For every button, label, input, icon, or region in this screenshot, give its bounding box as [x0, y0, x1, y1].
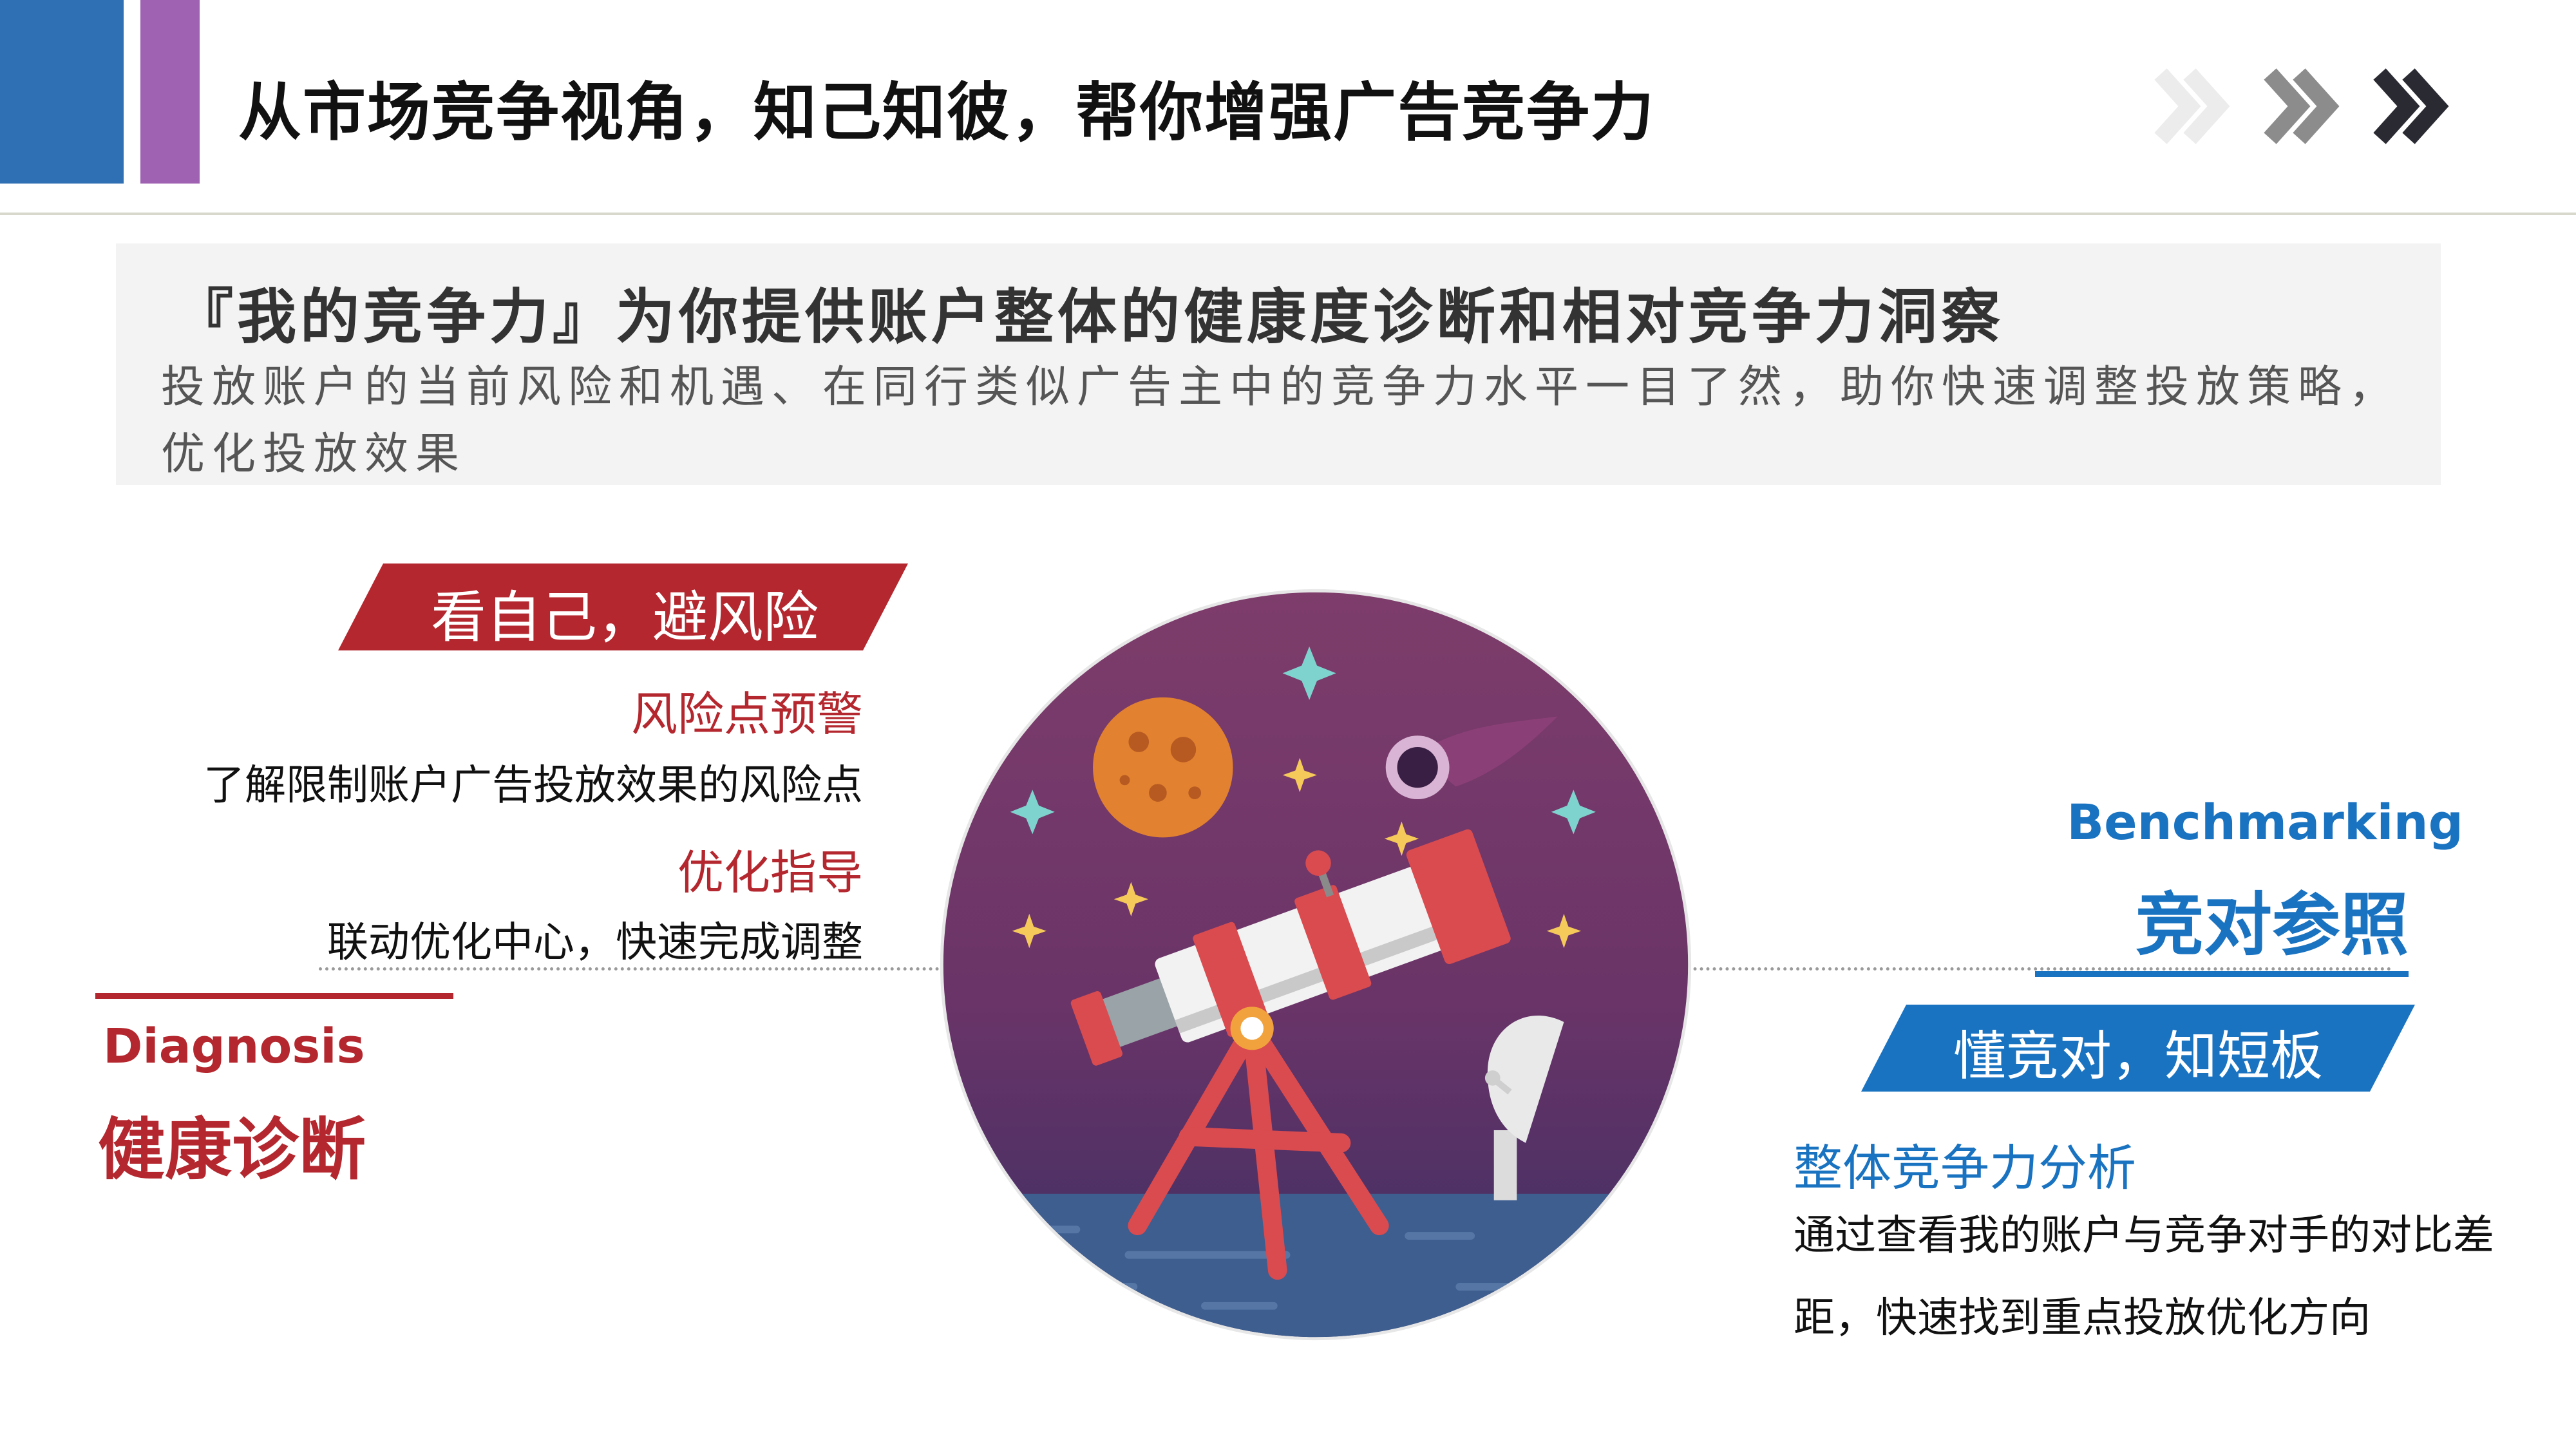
- benchmarking-rule: [2035, 971, 2409, 977]
- diagnosis-title-cn: 健康诊断: [98, 1110, 366, 1189]
- telescope-illustration: [940, 589, 1692, 1341]
- risk-warning-heading: 风险点预警: [630, 687, 863, 741]
- diagnosis-rule: [95, 993, 453, 999]
- right-banner-label: 懂竞对，知短板: [1953, 1026, 2323, 1087]
- benchmarking-title-cn: 竞对参照: [2136, 886, 2409, 965]
- intro-text: 投放账户的当前风险和机遇、在同行类似广告主中的竞争力水平一目了然，助你快速调整投…: [161, 362, 2400, 480]
- header-accent-blue: [0, 0, 124, 184]
- left-banner-label: 看自己，避风险: [431, 585, 819, 650]
- competitiveness-analysis-text: 通过查看我的账户与竞争对手的对比差距，快速找到重点投放优化方向: [1794, 1212, 2494, 1342]
- header-accent-purple: [140, 0, 200, 184]
- diagnosis-title-en: Diagnosis: [103, 1019, 365, 1074]
- optimize-guide-text: 联动优化中心，快速完成调整: [327, 919, 863, 967]
- optimize-guide-heading: 优化指导: [677, 846, 863, 900]
- intro-title: 『我的竞争力』为你提供账户整体的健康度诊断和相对竞争力洞察: [174, 283, 2005, 352]
- chevron-double-right-icon: [2154, 68, 2449, 144]
- page-title: 从市场竞争视角，知己知彼，帮你增强广告竞争力: [238, 76, 1656, 149]
- risk-warning-text: 了解限制账户广告投放效果的风险点: [204, 762, 863, 810]
- benchmarking-title-en: Benchmarking: [2067, 793, 2463, 851]
- header-divider: [0, 213, 2576, 215]
- competitiveness-analysis-heading: 整体竞争力分析: [1794, 1139, 2136, 1197]
